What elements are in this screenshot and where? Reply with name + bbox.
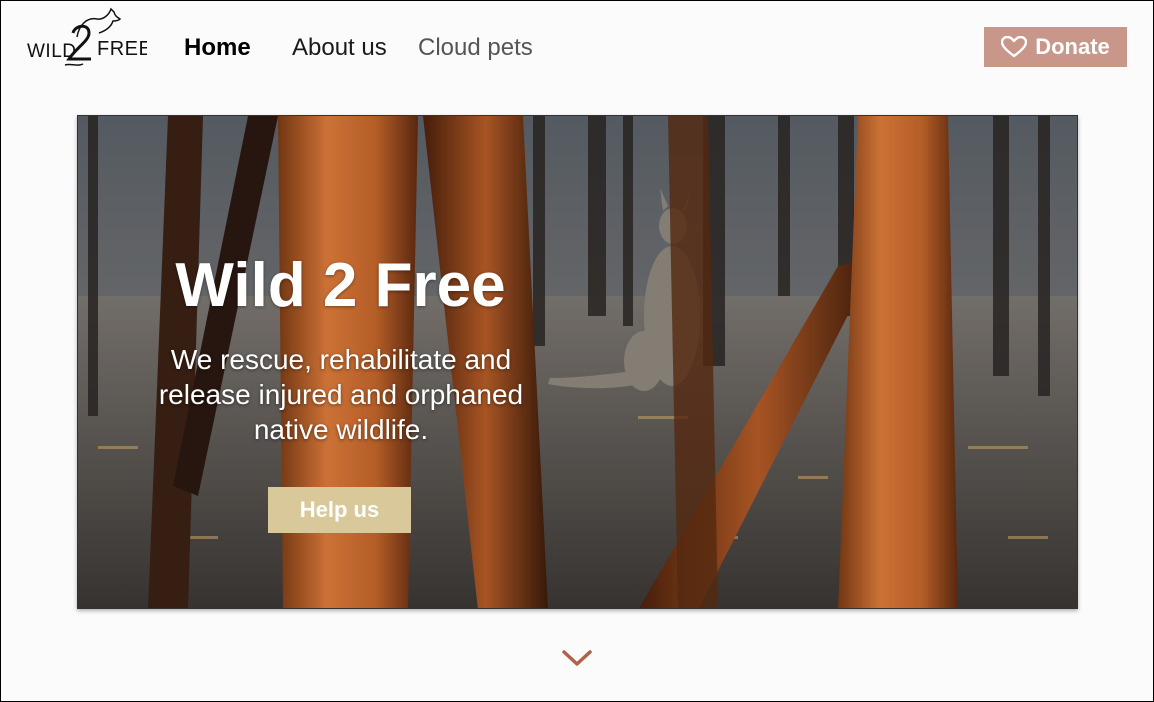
page-frame: WILD FREE Home About us Cloud pets Donat… xyxy=(0,0,1154,702)
hero-banner: Wild 2 Free We rescue, rehabilitate and … xyxy=(77,115,1078,609)
nav-about-us[interactable]: About us xyxy=(292,32,387,64)
wild2free-logo[interactable]: WILD FREE xyxy=(25,7,152,69)
heart-icon xyxy=(1001,36,1028,58)
hero-title: Wild 2 Free xyxy=(175,251,506,320)
hero-description: We rescue, rehabilitate and release inju… xyxy=(158,344,524,445)
svg-text:FREE: FREE xyxy=(97,38,147,60)
logo-icon: WILD FREE xyxy=(27,7,152,66)
nav-home[interactable]: Home xyxy=(184,32,251,64)
help-us-button[interactable]: Help us xyxy=(268,487,411,533)
chevron-down-icon[interactable] xyxy=(561,647,593,669)
nav-cloud-pets[interactable]: Cloud pets xyxy=(418,32,533,64)
donate-label: Donate xyxy=(1035,34,1110,59)
donate-button[interactable]: Donate xyxy=(984,27,1127,67)
svg-text:WILD: WILD xyxy=(27,41,77,62)
